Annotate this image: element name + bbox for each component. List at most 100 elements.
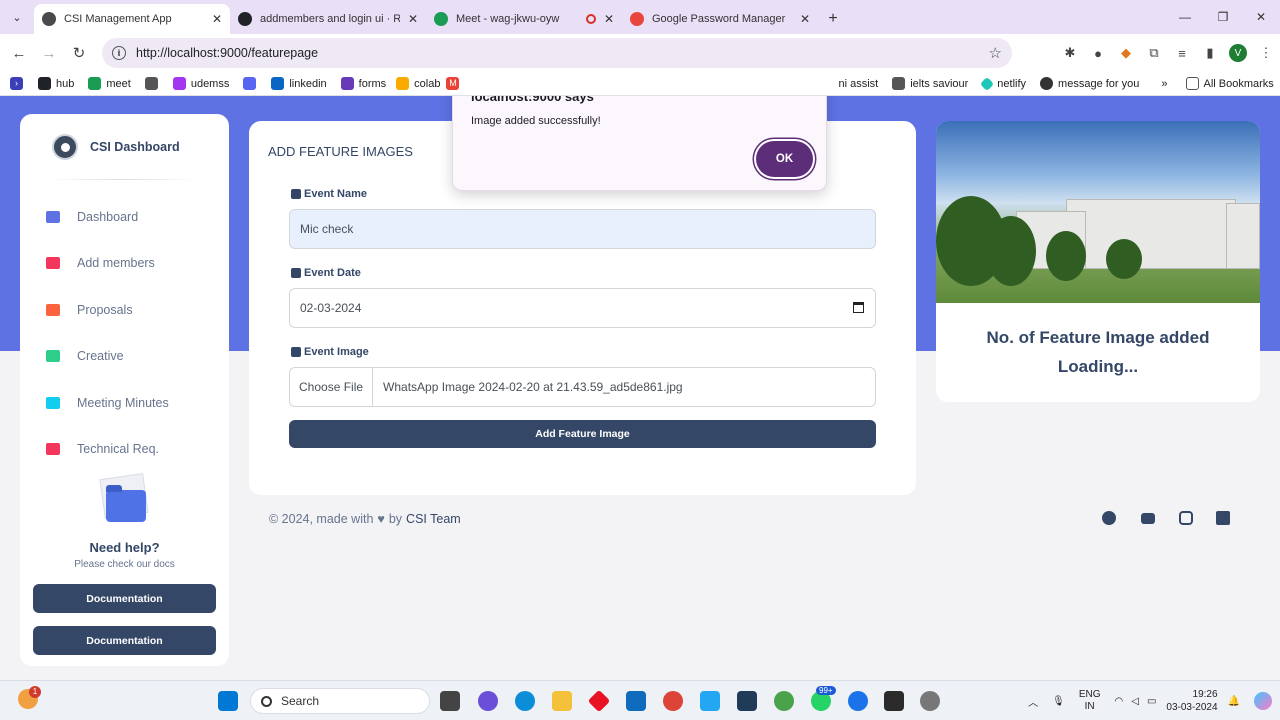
- wifi-icon[interactable]: ◠: [1115, 696, 1124, 707]
- chat-icon[interactable]: [478, 691, 498, 711]
- sidebar-item-proposals[interactable]: Proposals: [46, 303, 133, 317]
- chevron-up-icon[interactable]: ︿: [1028, 694, 1038, 709]
- maximize-icon[interactable]: ❐: [1204, 0, 1242, 34]
- bookmark-people[interactable]: [144, 77, 163, 90]
- sidebar-item-add-members[interactable]: Add members: [46, 256, 155, 270]
- bookmark-star-icon[interactable]: ☆: [989, 44, 1002, 62]
- back-icon[interactable]: ←: [4, 38, 34, 68]
- event-date-input[interactable]: 02-03-2024: [289, 288, 876, 328]
- side-panel-icon[interactable]: ▮: [1196, 39, 1224, 67]
- tab-meet[interactable]: Meet - wag-jkwu-oyw ✕: [426, 4, 622, 34]
- file-explorer-icon[interactable]: [552, 691, 572, 711]
- bookmark-hub[interactable]: hub: [38, 77, 74, 90]
- documentation-button[interactable]: Documentation: [33, 584, 216, 613]
- people-icon: [144, 77, 158, 90]
- bookmark-ni-assist[interactable]: ni assist: [838, 78, 878, 90]
- sidebar-item-dashboard[interactable]: Dashboard: [46, 210, 138, 224]
- sidebar-brand[interactable]: CSI Dashboard: [52, 134, 180, 160]
- tab-search-icon[interactable]: ⌄: [0, 0, 34, 34]
- pycharm-icon[interactable]: [737, 691, 757, 711]
- tab-github[interactable]: addmembers and login ui · Ravi ✕: [230, 4, 426, 34]
- language-indicator[interactable]: ENG IN: [1079, 689, 1101, 713]
- chrome-icon[interactable]: [663, 691, 683, 711]
- add-feature-image-button[interactable]: Add Feature Image: [289, 420, 876, 448]
- edge-icon[interactable]: [515, 691, 535, 711]
- close-icon[interactable]: ✕: [800, 12, 810, 26]
- bookmark-colab[interactable]: colab: [396, 77, 440, 90]
- documentation-button-2[interactable]: Documentation: [33, 626, 216, 655]
- sidebar-item-creative[interactable]: Creative: [46, 349, 124, 363]
- event-date-label: Event Date: [291, 267, 361, 279]
- bookmark-netlify[interactable]: netlify: [980, 76, 1026, 91]
- close-icon[interactable]: ✕: [408, 12, 418, 26]
- extensions-area: ✱ ● ◆ ⧉ ≡ ▮ V ⋮: [1056, 34, 1280, 72]
- terminal-icon[interactable]: [884, 691, 904, 711]
- bookmark-terminal[interactable]: ›: [10, 77, 28, 90]
- extension-cookie-icon[interactable]: ●: [1084, 39, 1112, 67]
- calendar-icon: [291, 268, 301, 278]
- settings-icon[interactable]: [920, 691, 940, 711]
- extensions-puzzle-icon[interactable]: ⧉: [1140, 39, 1168, 67]
- vscode-icon[interactable]: [700, 691, 720, 711]
- footer-team-link[interactable]: CSI Team: [406, 512, 461, 526]
- app-icon[interactable]: [587, 689, 611, 713]
- windows-start-icon[interactable]: [218, 691, 238, 711]
- task-view-icon[interactable]: [440, 691, 460, 711]
- calendar-picker-icon[interactable]: [853, 302, 864, 313]
- event-image-input[interactable]: Choose File WhatsApp Image 2024-02-20 at …: [289, 367, 876, 407]
- bookmark-meet[interactable]: meet: [88, 77, 131, 90]
- bookmark-ielts[interactable]: ielts saviour: [892, 77, 968, 90]
- all-bookmarks[interactable]: All Bookmarks: [1185, 77, 1274, 90]
- help-section: Need help? Please check our docs: [20, 473, 229, 570]
- facebook-icon[interactable]: [1102, 511, 1116, 525]
- mail-icon[interactable]: [626, 691, 646, 711]
- sidebar-item-meeting-minutes[interactable]: Meeting Minutes: [46, 396, 169, 410]
- address-bar[interactable]: i http://localhost:9000/featurepage ☆: [102, 38, 1012, 68]
- battery-icon[interactable]: ▭: [1147, 696, 1156, 707]
- forward-icon[interactable]: →: [34, 38, 64, 68]
- reading-list-icon[interactable]: ≡: [1168, 39, 1196, 67]
- microphone-icon[interactable]: 🎙: [1052, 696, 1065, 707]
- bookmark-forms[interactable]: forms: [340, 77, 386, 90]
- sidebar-item-technical-req[interactable]: Technical Req.: [46, 442, 159, 456]
- copilot-icon[interactable]: [1254, 692, 1272, 710]
- site-info-icon[interactable]: i: [112, 46, 126, 60]
- clipboard-icon: [46, 397, 60, 409]
- maps-icon[interactable]: [774, 691, 794, 711]
- volume-icon[interactable]: ◁: [1131, 696, 1139, 707]
- reload-icon[interactable]: ↻: [64, 38, 94, 68]
- bookmark-message[interactable]: message for you: [1040, 77, 1139, 90]
- notification-bell-icon[interactable]: 🔔: [1228, 696, 1240, 707]
- close-icon[interactable]: ✕: [604, 12, 614, 26]
- clock[interactable]: 19:26 03-03-2024: [1166, 688, 1217, 714]
- taskbar-search[interactable]: Search: [250, 688, 430, 714]
- new-tab-button[interactable]: +: [818, 4, 848, 34]
- more-bookmarks-icon[interactable]: »: [1161, 78, 1167, 90]
- tab-csi-management[interactable]: CSI Management App ✕: [34, 4, 230, 34]
- bookmark-linkedin[interactable]: linkedin: [271, 77, 327, 90]
- youtube-icon[interactable]: [1141, 513, 1155, 524]
- browser-toolbar: ← → ↻ i http://localhost:9000/featurepag…: [0, 34, 1280, 72]
- profile-avatar[interactable]: V: [1224, 39, 1252, 67]
- linkedin-icon: [271, 77, 285, 90]
- close-window-icon[interactable]: ✕: [1242, 0, 1280, 34]
- extension-bug-icon[interactable]: ✱: [1056, 39, 1084, 67]
- windows-taskbar: 1 Search 99+ ︿ 🎙 ENG IN ◠ ◁ ▭ 19:26 03-03-…: [0, 680, 1280, 720]
- campus-photo: [936, 121, 1260, 303]
- close-icon[interactable]: ✕: [212, 12, 222, 26]
- choose-file-button[interactable]: Choose File: [290, 368, 374, 406]
- search-label: Search: [281, 694, 320, 708]
- instagram-icon[interactable]: [1179, 511, 1193, 525]
- menu-kebab-icon[interactable]: ⋮: [1252, 39, 1280, 67]
- chrome-profile-icon[interactable]: [848, 691, 868, 711]
- bookmark-gmail[interactable]: M: [446, 77, 464, 90]
- ok-button[interactable]: OK: [756, 141, 813, 177]
- minimize-icon[interactable]: —: [1166, 0, 1204, 34]
- tab-password-manager[interactable]: Google Password Manager ✕: [622, 4, 818, 34]
- bookmark-label: hub: [56, 77, 75, 90]
- metamask-icon[interactable]: ◆: [1112, 39, 1140, 67]
- bookmark-discord[interactable]: [243, 77, 261, 90]
- event-name-input[interactable]: Mic check: [289, 209, 876, 249]
- bookmark-udemss[interactable]: udemss: [172, 77, 229, 90]
- linkedin-icon[interactable]: [1216, 511, 1230, 525]
